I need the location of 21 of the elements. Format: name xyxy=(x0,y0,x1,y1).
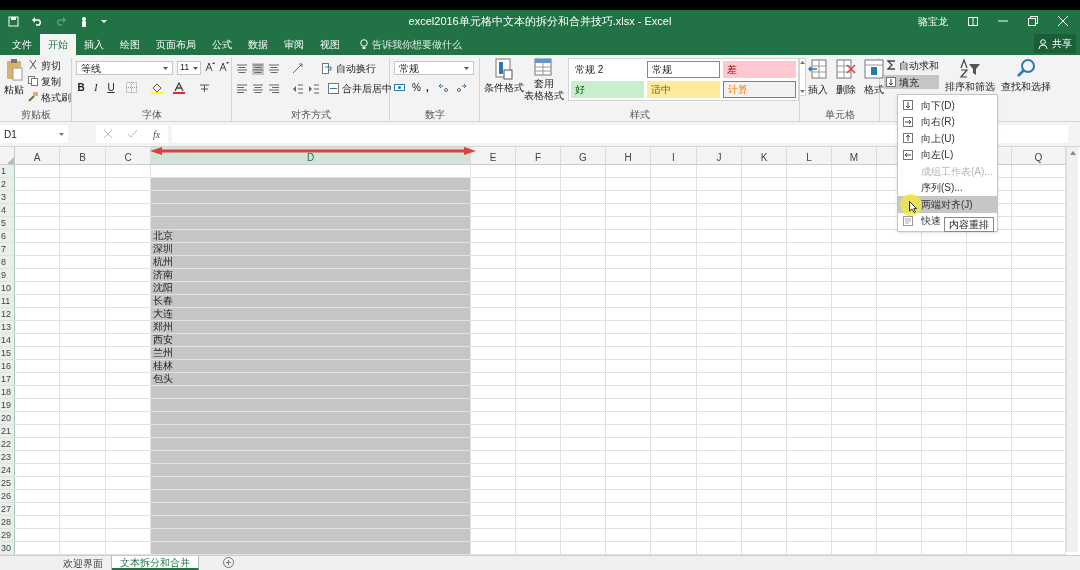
table-cell: 长春 xyxy=(151,295,471,307)
table-cell: 大连 xyxy=(151,308,471,320)
table-cell: 桂林 xyxy=(151,360,471,372)
group-label: 字体 xyxy=(141,107,162,122)
table-cell: 郑州 xyxy=(151,321,471,333)
group-label: 单元格 xyxy=(824,107,855,122)
table-cell: 沈阳 xyxy=(151,282,471,294)
group-label: 数字 xyxy=(424,107,445,122)
table-cell: 深圳 xyxy=(151,243,471,255)
table-cell: 包头 xyxy=(151,373,471,385)
table-cell: 北京 xyxy=(151,230,471,242)
tooltip: 内容重排 xyxy=(944,217,994,232)
table-cell: 西安 xyxy=(151,334,471,346)
table-cell: 兰州 xyxy=(151,347,471,359)
table-cell: 济南 xyxy=(151,269,471,281)
group-label: 剪贴板 xyxy=(20,107,51,122)
group-label: 样式 xyxy=(629,107,650,122)
user-name: 骆宝龙 xyxy=(918,14,948,29)
group-label: 对齐方式 xyxy=(290,107,331,122)
window-title: excel2016单元格中文本的拆分和合并技巧.xlsx - Excel xyxy=(408,13,672,29)
table-cell: 杭州 xyxy=(151,256,471,268)
